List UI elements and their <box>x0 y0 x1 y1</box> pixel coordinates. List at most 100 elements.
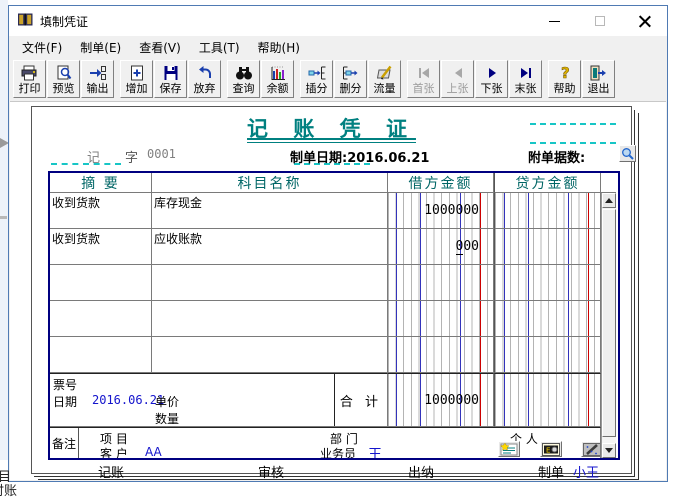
remark-row: 备注 项 目 部 门 个 人 客 户 AA 业务员 王 E <box>50 427 601 458</box>
header-summary: 摘 要 <box>50 173 152 193</box>
calculator-button[interactable]: E <box>540 441 562 457</box>
footer-date-value[interactable]: 2016.06.21 <box>92 393 164 407</box>
scroll-down-button[interactable] <box>602 443 616 458</box>
summary-cell[interactable]: 收到货款 <box>50 229 152 265</box>
voucher-title: 记 账 凭 证 <box>32 113 631 143</box>
next-voucher-button[interactable]: 下张 <box>475 60 508 98</box>
last-voucher-button[interactable]: 末张 <box>509 60 542 98</box>
debit-cell-editing[interactable]: 000 <box>388 229 494 265</box>
bookkeeper-label: 记账 <box>98 462 124 481</box>
menu-view[interactable]: 查看(V) <box>130 36 190 59</box>
cashflow-pen-icon <box>377 64 393 82</box>
wizard-button[interactable] <box>581 441 601 457</box>
help-icon: ? <box>558 64 572 82</box>
summary-cell[interactable] <box>50 337 152 373</box>
summary-cell[interactable] <box>50 265 152 301</box>
auditor-label: 审核 <box>258 462 284 481</box>
first-voucher-button: 首张 <box>407 60 440 98</box>
voucher-table: 摘 要 科目名称 借方金额 贷方金额 收到货款 库存现金 1000000 收到货… <box>48 171 620 460</box>
credit-cell[interactable] <box>494 193 601 229</box>
export-button[interactable]: 输出 <box>81 60 114 98</box>
table-scrollbar[interactable] <box>601 193 616 458</box>
preview-button[interactable]: 预览 <box>47 60 80 98</box>
last-page-icon <box>518 64 534 82</box>
dashed-rule <box>530 142 616 144</box>
account-cell[interactable]: 应收账款 <box>152 229 388 265</box>
customer-value[interactable]: AA <box>145 445 162 458</box>
summary-cell[interactable] <box>50 301 152 337</box>
debit-cell[interactable] <box>388 301 494 337</box>
debit-cell[interactable] <box>388 265 494 301</box>
prev-voucher-button: 上张 <box>441 60 474 98</box>
account-cell[interactable] <box>152 265 388 301</box>
account-cell[interactable] <box>152 301 388 337</box>
help-button[interactable]: ? 帮助 <box>548 60 581 98</box>
summary-cell[interactable]: 收到货款 <box>50 193 152 229</box>
ticket-label[interactable]: 票号 <box>53 376 77 393</box>
minimize-button[interactable] <box>532 6 577 36</box>
quantity-label[interactable]: 数量 <box>155 410 179 427</box>
account-cell[interactable]: 库存现金 <box>152 193 388 229</box>
salesman-label[interactable]: 业务员 <box>320 445 356 458</box>
menu-file[interactable]: 文件(F) <box>13 36 71 59</box>
dashed-rule <box>530 123 616 125</box>
preparer-value: 小王 <box>573 462 599 481</box>
credit-cell[interactable] <box>494 265 601 301</box>
prev-page-icon <box>450 64 466 82</box>
menu-voucher[interactable]: 制单(E) <box>71 36 130 59</box>
common-voucher-icon <box>500 443 518 456</box>
ledger-book-icon <box>17 12 34 30</box>
credit-cell[interactable] <box>494 337 601 373</box>
print-button[interactable]: 打印 <box>13 60 46 98</box>
attachment-count-label[interactable]: 附单据数: <box>528 147 585 166</box>
print-preview-icon <box>56 64 72 82</box>
footer-ticket-area: 票号 日期 2016.06.21 单价 数量 <box>50 374 335 426</box>
close-icon <box>639 15 651 27</box>
amount-cursor-digit: 0 <box>456 239 464 255</box>
common-voucher-button[interactable] <box>498 441 520 457</box>
credit-cell[interactable] <box>494 229 601 265</box>
close-button[interactable] <box>622 6 667 36</box>
voucher-entry-window: 填制凭证 文件(F) 制单(E) 查看(V) 工具(T) 帮助(H) 打印 预览 <box>8 5 668 482</box>
wizard-icon <box>583 443 601 456</box>
svg-text:?: ? <box>561 65 570 81</box>
first-page-icon <box>416 64 432 82</box>
save-floppy-icon <box>163 64 179 82</box>
menu-tools[interactable]: 工具(T) <box>190 36 249 59</box>
cashier-label: 出纳 <box>408 462 434 481</box>
exit-button[interactable]: 退出 <box>582 60 615 98</box>
voucher-paper: 记 账 凭 证 记 字 0001 制单日期:2016.06.21 附单据数: 摘… <box>31 106 632 474</box>
credit-cell[interactable] <box>494 301 601 337</box>
header-credit: 贷方金额 <box>494 173 601 193</box>
attachment-lookup-button[interactable] <box>619 145 636 162</box>
balance-chart-icon <box>270 64 286 82</box>
title-bar[interactable]: 填制凭证 <box>9 6 667 36</box>
account-cell[interactable] <box>152 337 388 373</box>
discard-button[interactable]: 放弃 <box>188 60 221 98</box>
add-button[interactable]: 增加 <box>120 60 153 98</box>
menu-help[interactable]: 帮助(H) <box>249 36 309 59</box>
unit-price-label[interactable]: 单价 <box>155 393 179 410</box>
insert-entry-button[interactable]: 插分 <box>300 60 333 98</box>
delete-entry-button[interactable]: 删分 <box>334 60 367 98</box>
footer-date-label: 日期 <box>53 393 77 410</box>
voucher-date-field[interactable]: 制单日期:2016.06.21 <box>290 147 429 166</box>
save-button[interactable]: 保存 <box>154 60 187 98</box>
debit-cell[interactable] <box>388 337 494 373</box>
voucher-word-label[interactable]: 记 <box>87 147 100 166</box>
total-label: 合 计 <box>335 374 387 426</box>
cashflow-button[interactable]: 流量 <box>368 60 401 98</box>
binoculars-icon <box>235 64 253 82</box>
salesman-value[interactable]: 王 <box>368 444 382 458</box>
debit-cell[interactable]: 1000000 <box>388 193 494 229</box>
scrollbar-thumb[interactable] <box>602 209 616 437</box>
balance-button[interactable]: 余额 <box>261 60 294 98</box>
total-credit-cell <box>494 373 601 427</box>
query-button[interactable]: 查询 <box>227 60 260 98</box>
scroll-up-button[interactable] <box>602 193 616 208</box>
customer-label[interactable]: 客 户 <box>100 445 128 458</box>
header-debit: 借方金额 <box>388 173 494 193</box>
svg-text:E: E <box>546 446 550 454</box>
export-icon <box>89 64 106 82</box>
voucher-number[interactable]: 0001 <box>147 147 176 161</box>
